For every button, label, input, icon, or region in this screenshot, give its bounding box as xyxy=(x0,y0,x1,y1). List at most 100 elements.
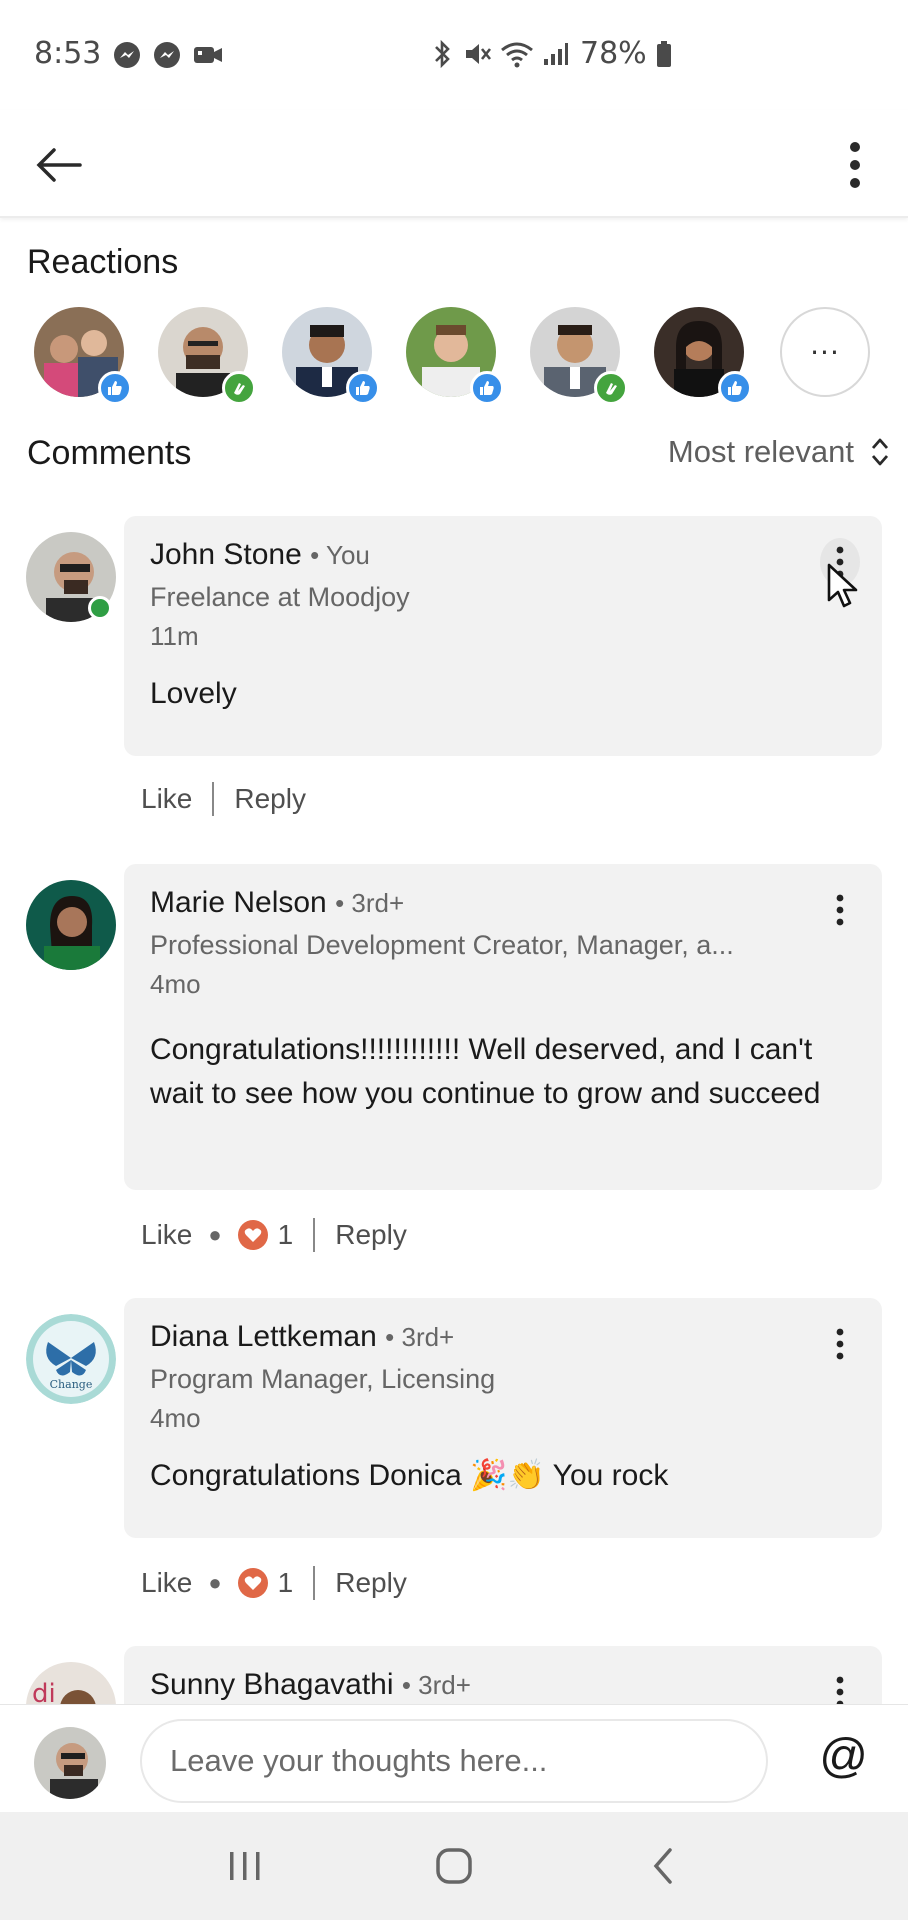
commenter-name-line: Sunny Bhagavathi • 3rd+ xyxy=(150,1668,856,1702)
comment-bubble[interactable]: Diana Lettkeman • 3rd+ Program Manager, … xyxy=(124,1298,882,1538)
commenter-headline: Program Manager, Licensing xyxy=(150,1364,496,1394)
status-bar: 8:53 78% xyxy=(0,0,908,110)
comment-time: 4mo xyxy=(150,1403,201,1433)
comment-bubble[interactable]: Marie Nelson • 3rd+ Professional Develop… xyxy=(124,864,882,1190)
thumbs-up-icon xyxy=(480,381,494,395)
app-bar xyxy=(0,110,908,218)
reactor-avatar[interactable] xyxy=(530,307,628,405)
comment-text: Congratulations Donica 🎉👏 You rock xyxy=(150,1459,669,1492)
like-reaction-badge xyxy=(718,371,752,405)
divider xyxy=(313,1566,316,1600)
comment-options-button[interactable] xyxy=(820,1320,860,1368)
separator-dot: ● xyxy=(208,1570,222,1595)
avatar xyxy=(34,1727,106,1799)
more-vertical-icon xyxy=(850,142,860,188)
reaction-count-number: 1 xyxy=(277,1219,294,1250)
comment-text: Lovely xyxy=(150,677,237,710)
reactor-avatar[interactable] xyxy=(158,307,256,405)
divider xyxy=(212,782,215,816)
reactors-row: ··· xyxy=(34,307,894,405)
celebrate-reaction-badge xyxy=(594,371,628,405)
comment-time: 4mo xyxy=(150,969,201,999)
reactor-avatar[interactable] xyxy=(406,307,504,405)
thumbs-up-icon xyxy=(108,381,122,395)
reactor-avatar[interactable] xyxy=(654,307,752,405)
reactor-avatar[interactable] xyxy=(34,307,132,405)
comment-actions: Like ● 1 Reply xyxy=(141,1566,407,1600)
comment-bubble[interactable]: John Stone • You Freelance at Moodjoy 11… xyxy=(124,516,882,756)
battery-percent: 78% xyxy=(580,36,647,71)
comment-bubble[interactable]: Sunny Bhagavathi • 3rd+ xyxy=(124,1646,882,1704)
mouse-cursor-icon xyxy=(827,563,858,608)
system-nav-bar xyxy=(0,1812,908,1920)
commenter-name-line: Diana Lettkeman • 3rd+ xyxy=(150,1320,856,1354)
reaction-count[interactable]: 1 xyxy=(237,1567,294,1599)
reply-button[interactable]: Reply xyxy=(335,1219,407,1251)
like-reaction-badge xyxy=(346,371,380,405)
recent-apps-icon xyxy=(229,1852,260,1880)
comment-actions: Like Reply xyxy=(141,782,306,816)
comment-item: di Sunny Bhagavathi • 3rd+ xyxy=(0,1646,908,1704)
clapping-hands-icon xyxy=(234,383,245,395)
commenter-headline: Professional Development Creator, Manage… xyxy=(150,930,734,960)
connection-degree: • 3rd+ xyxy=(401,1670,471,1700)
commenter-name-line: John Stone • You xyxy=(150,538,856,572)
svg-text:Change: Change xyxy=(50,1378,93,1391)
more-vertical-icon xyxy=(836,1328,844,1360)
reaction-count[interactable]: 1 xyxy=(237,1219,294,1251)
messenger-icon xyxy=(112,40,142,70)
like-button[interactable]: Like xyxy=(141,783,192,815)
comment-composer: @ xyxy=(0,1704,908,1812)
comment-options-button[interactable] xyxy=(820,886,860,934)
avatar[interactable] xyxy=(26,880,116,970)
svg-text:di: di xyxy=(32,1679,56,1704)
divider xyxy=(313,1218,316,1252)
reply-button[interactable]: Reply xyxy=(234,783,306,815)
sort-chevrons-icon xyxy=(871,438,889,466)
home-button[interactable] xyxy=(424,1836,484,1896)
arrow-left-icon xyxy=(36,148,82,182)
back-nav-button[interactable] xyxy=(633,1836,693,1896)
separator-dot: ● xyxy=(208,1222,222,1247)
commenter-headline: Freelance at Moodjoy xyxy=(150,582,410,612)
reactor-avatar[interactable] xyxy=(282,307,380,405)
mention-button[interactable]: @ xyxy=(819,1729,868,1784)
commenter-name[interactable]: Sunny Bhagavathi xyxy=(150,1668,394,1701)
reply-button[interactable]: Reply xyxy=(335,1567,407,1599)
like-reaction-badge xyxy=(98,371,132,405)
celebrate-reaction-badge xyxy=(222,371,256,405)
home-icon xyxy=(436,1848,472,1884)
thumbs-up-icon xyxy=(728,381,742,395)
notification-icons xyxy=(112,40,222,70)
online-status-dot xyxy=(88,596,112,620)
clapping-hands-icon xyxy=(606,383,617,395)
sort-label: Most relevant xyxy=(667,434,854,469)
like-reaction-badge xyxy=(470,371,504,405)
more-vertical-icon xyxy=(836,894,844,926)
comment-input[interactable] xyxy=(140,1719,768,1803)
heart-reaction-icon xyxy=(237,1220,268,1250)
more-reactors-button[interactable]: ··· xyxy=(780,307,870,397)
connection-degree: • You xyxy=(310,540,370,570)
video-icon xyxy=(192,40,222,70)
sort-dropdown[interactable]: Most relevant xyxy=(668,434,890,470)
comment-time: 11m xyxy=(150,621,199,651)
comment-text: Congratulations!!!!!!!!!!!! Well deserve… xyxy=(150,1033,821,1110)
commenter-name[interactable]: Marie Nelson xyxy=(150,886,327,919)
recent-apps-button[interactable] xyxy=(215,1836,275,1896)
signal-icon xyxy=(542,39,568,69)
mute-icon xyxy=(462,39,492,69)
like-button[interactable]: Like xyxy=(141,1567,192,1599)
commenter-name[interactable]: Diana Lettkeman xyxy=(150,1320,377,1353)
bluetooth-icon xyxy=(430,39,454,69)
back-button[interactable] xyxy=(24,130,94,200)
more-options-button[interactable] xyxy=(830,132,880,198)
reaction-count-number: 1 xyxy=(277,1567,294,1598)
thumbs-up-icon xyxy=(356,381,370,395)
comments-title: Comments xyxy=(27,434,192,472)
like-button[interactable]: Like xyxy=(141,1219,192,1251)
avatar[interactable]: di xyxy=(26,1662,116,1704)
commenter-name[interactable]: John Stone xyxy=(150,538,302,571)
connection-degree: • 3rd+ xyxy=(385,1322,455,1352)
avatar[interactable]: Change xyxy=(26,1314,116,1404)
